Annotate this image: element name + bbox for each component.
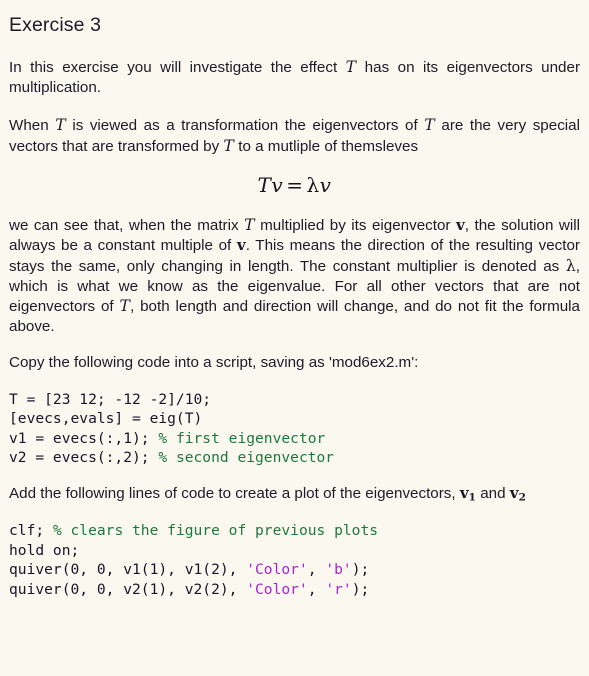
math-symbol-T: T	[119, 297, 131, 316]
equation-lambda: λ	[306, 173, 320, 198]
code-line-2: [evecs,evals] = eig(T)	[9, 410, 203, 428]
paragraph-explanation-text-2: multiplied by its eigenvector	[254, 217, 456, 235]
math-vector-v2: v2	[509, 483, 526, 503]
math-vector-v1-base: v	[459, 483, 469, 502]
paragraph-intro: In this exercise you will investigate th…	[9, 57, 580, 98]
math-vector-v: v	[236, 236, 246, 255]
code-comment-first-eigenvector: % first eigenvector	[158, 429, 326, 447]
paragraph-plot-text-2: and	[475, 484, 510, 502]
paragraph-transformation-text-4: to a mutliple of themsleves	[234, 137, 419, 155]
code-block-plotting: clf; % clears the figure of previous plo…	[9, 521, 580, 599]
math-vector-v2-subscript: 2	[518, 490, 526, 503]
code-string-color-1: 'Color'	[246, 561, 308, 579]
code-line-clf: clf;	[9, 522, 53, 540]
document-page: Exercise 3 In this exercise you will inv…	[0, 0, 589, 599]
paragraph-explanation-text-1: we can see that, when the matrix	[9, 217, 245, 235]
code-block-eigendecomposition: T = [23 12; -12 -2]/10; [evecs,evals] = …	[9, 390, 580, 468]
math-symbol-T: T	[223, 136, 235, 155]
math-symbol-T: T	[424, 115, 435, 134]
math-vector-v2-base: v	[509, 483, 519, 502]
math-symbol-T: T	[55, 115, 66, 134]
math-symbol-lambda: λ	[565, 256, 576, 275]
code-comment-clears-figure: % clears the figure of previous plots	[52, 522, 379, 540]
code-line-quiver-v2-b: ,	[307, 580, 326, 598]
equation-lhs-T: T	[257, 173, 272, 198]
paragraph-plot-instruction: Add the following lines of code to creat…	[9, 484, 580, 505]
eigenvalue-equation: Tv = λv	[9, 173, 580, 197]
paragraph-explanation: we can see that, when the matrix T multi…	[9, 215, 580, 337]
code-line-quiver-v1-c: );	[351, 561, 370, 579]
page-title: Exercise 3	[9, 14, 102, 36]
code-line-quiver-v2-c: );	[351, 580, 370, 598]
equation-operator: =	[286, 173, 304, 198]
code-string-blue: 'b'	[325, 561, 352, 579]
paragraph-intro-text-1: In this exercise you will investigate th…	[9, 59, 346, 77]
code-line-4: v2 = evecs(:,2);	[9, 449, 159, 467]
code-line-hold-on: hold on;	[9, 541, 80, 559]
paragraph-transformation-text-1: When	[9, 116, 56, 134]
code-line-quiver-v2-a: quiver(0, 0, v2(1), v2(2),	[9, 580, 247, 598]
code-line-quiver-v1-a: quiver(0, 0, v1(1), v1(2),	[9, 561, 247, 579]
math-vector-v1-subscript: 1	[468, 490, 476, 503]
paragraph-transformation-text-2: is viewed as a transformation the eigenv…	[65, 116, 425, 134]
math-symbol-T: T	[345, 58, 357, 77]
code-comment-second-eigenvector: % second eigenvector	[158, 449, 335, 467]
paragraph-copy-instruction: Copy the following code into a script, s…	[9, 353, 419, 371]
paragraph-transformation: When T is viewed as a transformation the…	[9, 115, 580, 157]
code-line-3: v1 = evecs(:,1);	[9, 429, 159, 447]
paragraph-plot-text-1: Add the following lines of code to creat…	[9, 484, 460, 502]
equation-rhs-v: v	[319, 173, 332, 198]
equation-lhs-v: v	[271, 173, 284, 198]
math-vector-v1: v1	[459, 483, 476, 503]
math-vector-v: v	[455, 216, 465, 235]
code-line-1: T = [23 12; -12 -2]/10;	[9, 390, 212, 408]
code-string-color-2: 'Color'	[246, 580, 308, 598]
code-line-quiver-v1-b: ,	[307, 561, 326, 579]
code-string-red: 'r'	[325, 580, 352, 598]
math-symbol-T: T	[244, 216, 255, 235]
